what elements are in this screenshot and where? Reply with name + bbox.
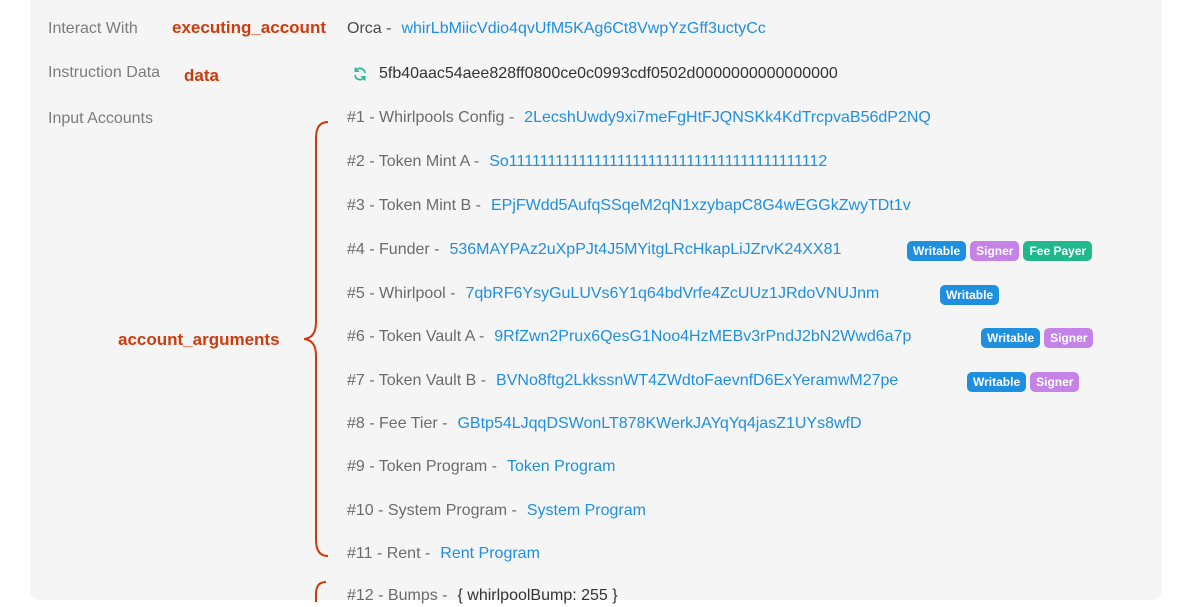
account-row: #10 - System Program - System Program: [347, 500, 646, 522]
account-badges: Writable Signer: [981, 328, 1094, 348]
account-address-link[interactable]: EPjFWdd5AufqSSqeM2qN1xzybapC8G4wEGGkZwyT…: [491, 197, 911, 215]
account-address-link[interactable]: 7qbRF6YsyGuLUVs6Y1q64bdVrfe4ZcUUz1JRdoVN…: [465, 285, 879, 303]
account-prefix: #5 - Whirlpool -: [347, 285, 456, 302]
account-address-link[interactable]: Token Program: [507, 458, 616, 476]
interact-with-row: Orca - whirLbMiicVdio4qvUfM5KAg6Ct8VwpYz…: [347, 18, 766, 40]
input-accounts-label: Input Accounts: [48, 110, 153, 127]
account-badges: Writable Signer Fee Payer: [907, 241, 1093, 261]
account-prefix: #11 - Rent -: [347, 545, 431, 562]
signer-badge: Signer: [1030, 372, 1080, 392]
bumps-prefix: #12 - Bumps -: [347, 587, 448, 604]
account-prefix: #8 - Fee Tier -: [347, 415, 448, 432]
account-address-link[interactable]: Rent Program: [440, 545, 540, 563]
account-row: #2 - Token Mint A - So111111111111111111…: [347, 151, 827, 173]
account-prefix: #10 - System Program -: [347, 502, 517, 519]
account-badges: Writable Signer: [967, 372, 1080, 392]
account-arguments-brace: [303, 121, 329, 557]
account-prefix: #7 - Token Vault B -: [347, 372, 487, 389]
account-row: #5 - Whirlpool - 7qbRF6YsyGuLUVs6Y1q64bd…: [347, 283, 879, 305]
signer-badge: Signer: [1044, 328, 1094, 348]
account-prefix: #6 - Token Vault A -: [347, 328, 485, 345]
bumps-value: { whirlpoolBump: 255 }: [457, 587, 618, 604]
account-address-link[interactable]: GBtp54LJqqDSWonLT878KWerkJAYqYq4jasZ1UYs…: [457, 415, 861, 433]
account-row: #4 - Funder - 536MAYPAz2uXpPJt4J5MYitgLR…: [347, 239, 841, 261]
account-row: #3 - Token Mint B - EPjFWdd5AufqSSqeM2qN…: [347, 195, 911, 217]
account-row: #1 - Whirlpools Config - 2LecshUwdy9xi7m…: [347, 107, 931, 129]
data-annotation: data: [184, 66, 219, 85]
writable-badge: Writable: [940, 285, 1000, 305]
account-prefix: #1 - Whirlpools Config -: [347, 109, 515, 126]
account-prefix: #3 - Token Mint B -: [347, 197, 481, 214]
account-address-link[interactable]: BVNo8ftg2LkkssnWT4ZWdtoFaevnfD6ExYeramwM…: [496, 372, 898, 390]
account-row: #7 - Token Vault B - BVNo8ftg2LkkssnWT4Z…: [347, 370, 898, 392]
account-address-link[interactable]: 536MAYPAz2uXpPJt4J5MYitgLRcHkapLiJZrvK24…: [449, 241, 841, 259]
account-row: #11 - Rent - Rent Program: [347, 543, 540, 565]
writable-badge: Writable: [981, 328, 1041, 348]
signer-badge: Signer: [970, 241, 1020, 261]
executing-account-annotation: executing_account: [172, 18, 326, 37]
account-address-link[interactable]: 9RfZwn2Prux6QesG1Noo4HzMEBv3rPndJ2bN2Wwd…: [494, 328, 911, 346]
account-row: #6 - Token Vault A - 9RfZwn2Prux6QesG1No…: [347, 326, 911, 348]
writable-badge: Writable: [907, 241, 967, 261]
account-prefix: #2 - Token Mint A -: [347, 153, 480, 170]
account-address-link[interactable]: 2LecshUwdy9xi7meFgHtFJQNSKk4KdTrcpvaB56d…: [524, 109, 931, 127]
bumps-brace: [315, 581, 327, 602]
refresh-icon[interactable]: [351, 65, 369, 83]
account-row: #9 - Token Program - Token Program: [347, 456, 616, 478]
instruction-data-hex: 5fb40aac54aee828ff0800ce0c0993cdf0502d00…: [379, 65, 838, 82]
account-arguments-annotation: account_arguments: [118, 330, 280, 349]
program-address-link[interactable]: whirLbMiicVdio4qvUfM5KAg6Ct8VwpYzGff3uct…: [401, 20, 765, 38]
account-address-link[interactable]: So11111111111111111111111111111111111111…: [489, 153, 827, 171]
bumps-row: #12 - Bumps - { whirlpoolBump: 255 }: [347, 585, 618, 607]
instruction-data-label: Instruction Data: [48, 64, 161, 81]
interact-with-label: Interact With: [48, 20, 138, 37]
fee-payer-badge: Fee Payer: [1023, 241, 1093, 261]
account-address-link[interactable]: System Program: [527, 502, 646, 520]
writable-badge: Writable: [967, 372, 1027, 392]
program-name: Orca -: [347, 20, 392, 37]
account-prefix: #9 - Token Program -: [347, 458, 497, 475]
account-row: #8 - Fee Tier - GBtp54LJqqDSWonLT878KWer…: [347, 413, 862, 435]
instruction-data-row: 5fb40aac54aee828ff0800ce0c0993cdf0502d00…: [347, 63, 838, 85]
account-badges: Writable: [940, 285, 1000, 305]
account-prefix: #4 - Funder -: [347, 241, 440, 258]
